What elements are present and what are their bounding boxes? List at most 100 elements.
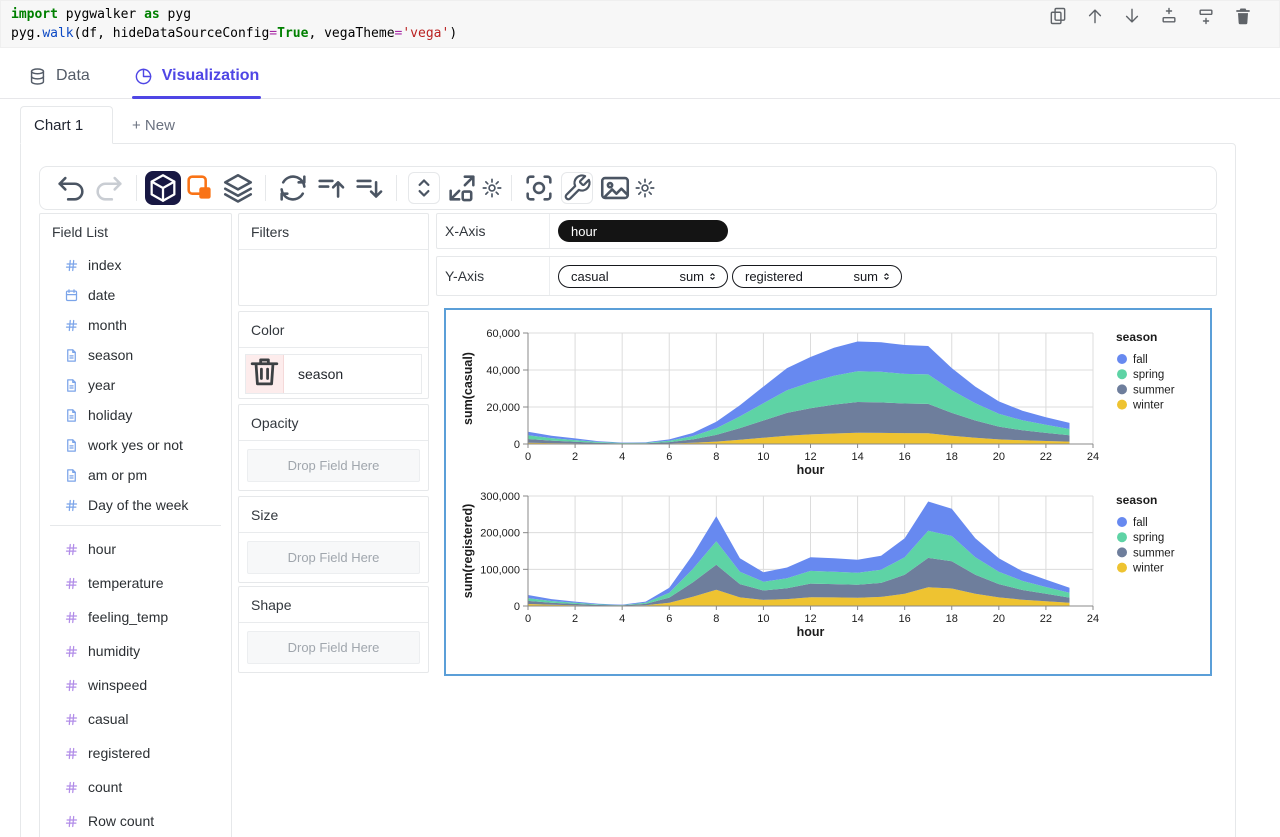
field-label: casual bbox=[88, 711, 129, 727]
hash-icon bbox=[64, 814, 79, 829]
x-tick-label: 14 bbox=[851, 613, 863, 625]
text-field-icon bbox=[64, 468, 79, 483]
size-dropzone[interactable]: Drop Field Here bbox=[247, 541, 420, 574]
x-axis-pill[interactable]: hour bbox=[558, 220, 728, 242]
color-shelf[interactable]: Color season bbox=[238, 311, 429, 399]
field-item[interactable]: Row count bbox=[40, 804, 231, 837]
code-cell[interactable]: import pygwalker as pyg pyg.walk(df, hid… bbox=[0, 0, 1280, 48]
mark-rect-button[interactable] bbox=[181, 171, 219, 205]
toolbar-separator bbox=[265, 175, 266, 201]
field-item[interactable]: temperature bbox=[40, 566, 231, 600]
field-item[interactable]: year bbox=[40, 370, 231, 400]
opacity-dropzone[interactable]: Drop Field Here bbox=[247, 449, 420, 482]
aggregation-dropdown[interactable]: sum bbox=[679, 269, 718, 284]
y-axis-pill[interactable]: registered sum bbox=[732, 264, 902, 288]
image-button[interactable] bbox=[596, 171, 634, 205]
color-field-chip[interactable]: season bbox=[245, 354, 422, 394]
undo-button[interactable] bbox=[52, 171, 90, 205]
chart-toolbar bbox=[39, 166, 1217, 210]
refresh-button[interactable] bbox=[274, 171, 312, 205]
x-tick-label: 6 bbox=[666, 613, 672, 625]
aggregation-dropdown[interactable]: sum bbox=[853, 269, 892, 284]
move-down-icon[interactable] bbox=[1122, 6, 1142, 26]
sort-desc-button[interactable] bbox=[350, 171, 388, 205]
filters-shelf[interactable]: Filters bbox=[238, 213, 429, 306]
field-item[interactable]: date bbox=[40, 280, 231, 310]
y-axis-title: sum(registered) bbox=[461, 504, 475, 598]
gear-icon[interactable] bbox=[634, 171, 656, 205]
field-label: temperature bbox=[88, 575, 164, 591]
x-tick-label: 8 bbox=[713, 451, 719, 463]
x-tick-label: 18 bbox=[946, 613, 958, 625]
size-shelf[interactable]: Size Drop Field Here bbox=[238, 496, 429, 583]
insert-cell-above-icon[interactable] bbox=[1159, 6, 1179, 26]
field-item[interactable]: holiday bbox=[40, 400, 231, 430]
opacity-shelf[interactable]: Opacity Drop Field Here bbox=[238, 404, 429, 491]
hash-icon bbox=[64, 712, 79, 727]
chart-canvas-card[interactable]: 0 20,000 40,000 60,000 0 2 4 6 8 10 12 14 16 18 20 22 24… bbox=[444, 308, 1212, 676]
x-tick-label: 2 bbox=[572, 613, 578, 625]
y-tick-label: 20,000 bbox=[486, 402, 520, 414]
shape-shelf[interactable]: Shape Drop Field Here bbox=[238, 586, 429, 673]
field-item[interactable]: feeling_temp bbox=[40, 600, 231, 634]
tab-visualization[interactable]: Visualization bbox=[131, 54, 261, 99]
field-item[interactable]: casual bbox=[40, 702, 231, 736]
cube-button[interactable] bbox=[145, 171, 181, 205]
legend-title: season bbox=[1116, 493, 1157, 507]
field-list-title: Field List bbox=[52, 224, 109, 240]
size-label: Size bbox=[239, 497, 428, 533]
field-item[interactable]: humidity bbox=[40, 634, 231, 668]
legend-label: winter bbox=[1132, 400, 1164, 412]
y-axis-label: Y-Axis bbox=[437, 257, 550, 295]
field-item[interactable]: winspeed bbox=[40, 668, 231, 702]
y-tick-label: 60,000 bbox=[486, 328, 520, 340]
x-tick-label: 22 bbox=[1040, 613, 1052, 625]
x-tick-label: 18 bbox=[946, 451, 958, 463]
hash-icon bbox=[64, 610, 79, 625]
aggregation-label: sum bbox=[853, 268, 878, 284]
chevrons-updown-button[interactable] bbox=[408, 172, 440, 204]
insert-cell-below-icon[interactable] bbox=[1196, 6, 1216, 26]
layers-button[interactable] bbox=[219, 171, 257, 205]
hash-icon bbox=[64, 644, 79, 659]
wrench-button[interactable] bbox=[561, 172, 593, 204]
duplicate-cell-icon[interactable] bbox=[1048, 6, 1068, 26]
field-item[interactable]: am or pm bbox=[40, 460, 231, 490]
field-label: registered bbox=[88, 745, 151, 761]
aggregation-label: sum bbox=[679, 268, 704, 284]
field-item[interactable]: hour bbox=[40, 532, 231, 566]
remove-color-field-button[interactable] bbox=[246, 355, 284, 393]
move-up-icon[interactable] bbox=[1085, 6, 1105, 26]
pill-field-name: registered bbox=[745, 268, 803, 284]
x-tick-label: 0 bbox=[525, 613, 531, 625]
y-axis-pill[interactable]: casual sum bbox=[558, 264, 728, 288]
sort-asc-button[interactable] bbox=[312, 171, 350, 205]
focus-button[interactable] bbox=[520, 171, 558, 205]
text-field-icon bbox=[64, 408, 79, 423]
field-item[interactable]: registered bbox=[40, 736, 231, 770]
resize-button[interactable] bbox=[443, 171, 481, 205]
x-tick-label: 22 bbox=[1040, 451, 1052, 463]
delete-cell-icon[interactable] bbox=[1233, 6, 1253, 26]
trash-icon bbox=[246, 353, 283, 395]
field-item[interactable]: season bbox=[40, 340, 231, 370]
new-chart-label: + New bbox=[132, 116, 175, 134]
x-axis-shelf[interactable]: X-Axis hour bbox=[436, 213, 1217, 249]
gear-icon[interactable] bbox=[481, 171, 503, 205]
field-item[interactable]: count bbox=[40, 770, 231, 804]
field-list-divider bbox=[50, 525, 221, 526]
y-axis-shelf[interactable]: Y-Axis casual sum registered sum bbox=[436, 256, 1217, 296]
chart-tab-1[interactable]: Chart 1 bbox=[20, 106, 113, 144]
redo-button[interactable] bbox=[90, 171, 128, 205]
new-chart-button[interactable]: + New bbox=[132, 106, 175, 144]
tab-data[interactable]: Data bbox=[28, 54, 90, 98]
field-item[interactable]: work yes or not bbox=[40, 430, 231, 460]
code-token: pygwalker bbox=[57, 7, 145, 22]
field-item[interactable]: index bbox=[40, 250, 231, 280]
field-item[interactable]: Day of the week bbox=[40, 490, 231, 520]
legend-swatch-summer bbox=[1117, 384, 1127, 395]
shape-dropzone[interactable]: Drop Field Here bbox=[247, 631, 420, 664]
toolbar-separator bbox=[136, 175, 137, 201]
x-tick-label: 4 bbox=[619, 451, 625, 463]
field-item[interactable]: month bbox=[40, 310, 231, 340]
